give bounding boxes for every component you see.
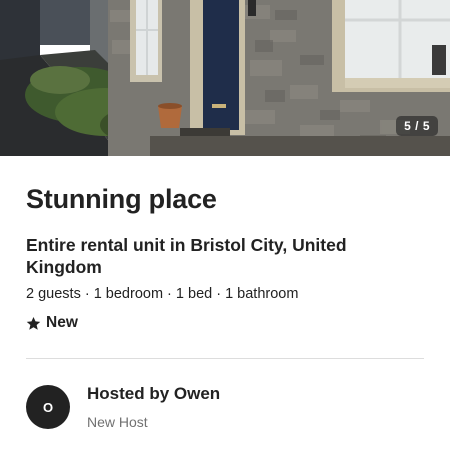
listing-title: Stunning place [26, 184, 217, 214]
rating-row: New [26, 314, 424, 332]
listing-capacity: 2 guests · 1 bedroom · 1 bed · 1 bathroo… [26, 286, 299, 302]
listing-photo[interactable]: 5 / 5 [0, 0, 450, 156]
host-section[interactable]: O Hosted by Owen New Host [26, 383, 424, 431]
listing-details: Stunning place Entire rental unit in Bri… [26, 156, 424, 450]
house-exterior-image [0, 0, 450, 156]
listing-subtitle: Entire rental unit in Bristol City, Unit… [26, 235, 347, 277]
rating-label: New [46, 314, 78, 331]
host-info: Hosted by Owen New Host [87, 383, 220, 431]
star-icon [26, 316, 41, 331]
divider [26, 358, 424, 359]
host-avatar[interactable]: O [26, 385, 70, 429]
host-status: New Host [87, 414, 148, 430]
host-name: Hosted by Owen [87, 384, 221, 403]
photo-counter: 5 / 5 [396, 116, 438, 136]
